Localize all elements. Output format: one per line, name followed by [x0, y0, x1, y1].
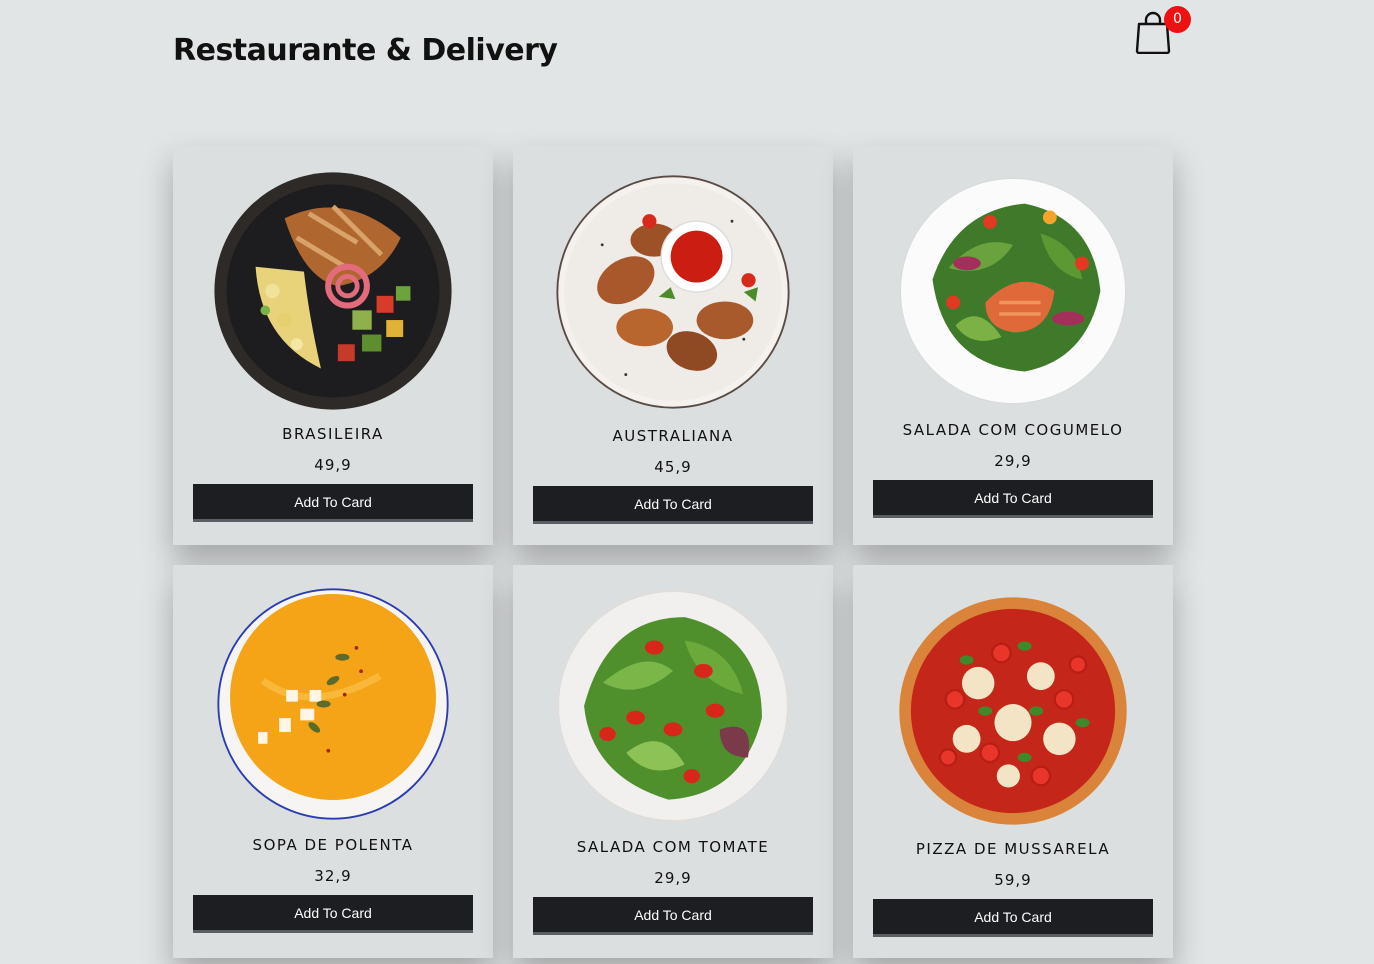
product-price: 49,9 — [314, 456, 352, 474]
product-card: BRASILEIRA 49,9 Add To Card — [173, 146, 493, 545]
product-card: PIZZA DE MUSSARELA 59,9 Add To Card — [853, 565, 1173, 958]
product-name: SALADA COM COGUMELO — [902, 421, 1124, 439]
add-to-cart-button[interactable]: Add To Card — [873, 480, 1153, 518]
product-image — [895, 595, 1131, 827]
page-title: Restaurante & Delivery — [173, 33, 558, 68]
cart-button[interactable]: 0 — [1134, 6, 1194, 56]
add-to-cart-button[interactable]: Add To Card — [193, 484, 473, 522]
add-to-cart-button[interactable]: Add To Card — [533, 897, 813, 935]
product-card: AUSTRALIANA 45,9 Add To Card — [513, 146, 833, 545]
product-name: BRASILEIRA — [282, 425, 384, 443]
product-card: SALADA COM TOMATE 29,9 Add To Card — [513, 565, 833, 958]
product-image — [216, 587, 450, 821]
product-name: SALADA COM TOMATE — [576, 838, 770, 856]
product-card: SALADA COM COGUMELO 29,9 Add To Card — [853, 146, 1173, 545]
product-card: SOPA DE POLENTA 32,9 Add To Card — [173, 565, 493, 958]
product-price: 29,9 — [654, 869, 692, 887]
product-price: 32,9 — [314, 867, 352, 885]
product-image — [555, 174, 791, 410]
product-image — [555, 589, 791, 823]
cart-count-badge: 0 — [1164, 6, 1191, 33]
product-name: AUSTRALIANA — [612, 427, 734, 445]
add-to-cart-button[interactable]: Add To Card — [193, 895, 473, 933]
product-price: 29,9 — [994, 452, 1032, 470]
product-image — [896, 176, 1130, 406]
product-price: 45,9 — [654, 458, 692, 476]
product-name: PIZZA DE MUSSARELA — [915, 840, 1111, 858]
add-to-cart-button[interactable]: Add To Card — [533, 486, 813, 524]
product-name: SOPA DE POLENTA — [252, 836, 414, 854]
add-to-cart-button[interactable]: Add To Card — [873, 899, 1153, 937]
product-price: 59,9 — [994, 871, 1032, 889]
product-image — [212, 170, 454, 412]
